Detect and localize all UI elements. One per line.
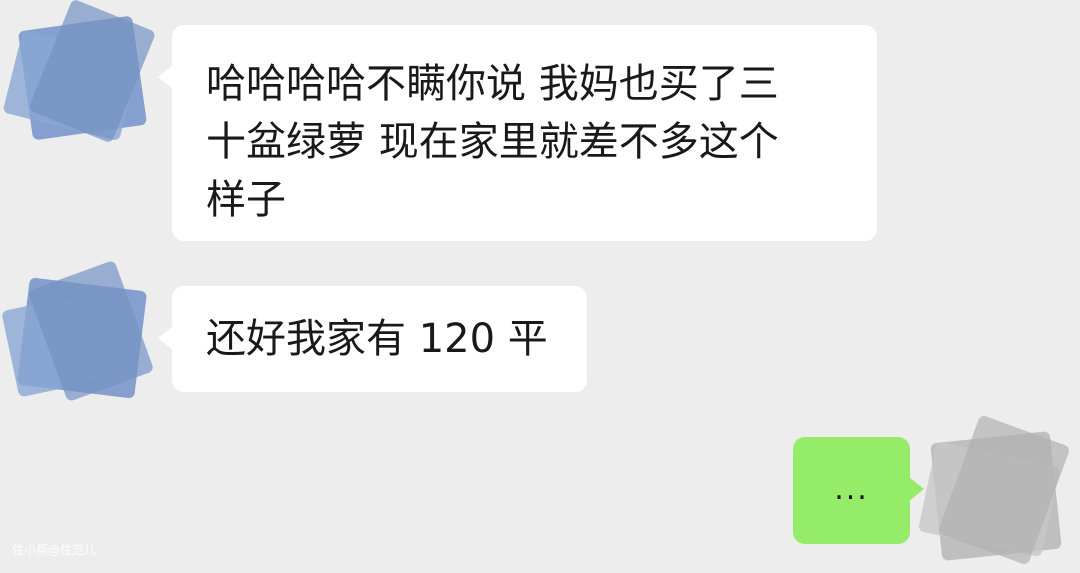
message-bubble[interactable]: 还好我家有 120 平 bbox=[158, 286, 587, 392]
message-bubble-self[interactable]: ... bbox=[793, 437, 924, 544]
message-bubble[interactable]: 哈哈哈哈不瞒你说 我妈也买了三 十盆绿萝 现在家里就差不多这个 样子 bbox=[158, 25, 877, 241]
avatar-self[interactable] bbox=[917, 414, 1072, 573]
watermark-text: 住小帮@住范儿 bbox=[12, 543, 97, 557]
avatar[interactable] bbox=[1, 259, 155, 408]
avatar[interactable] bbox=[2, 0, 157, 155]
message-text: 还好我家有 120 平 bbox=[206, 316, 548, 362]
message-text: 哈哈哈哈不瞒你说 我妈也买了三 十盆绿萝 现在家里就差不多这个 样子 bbox=[206, 61, 779, 223]
message-text: ... bbox=[834, 472, 869, 507]
